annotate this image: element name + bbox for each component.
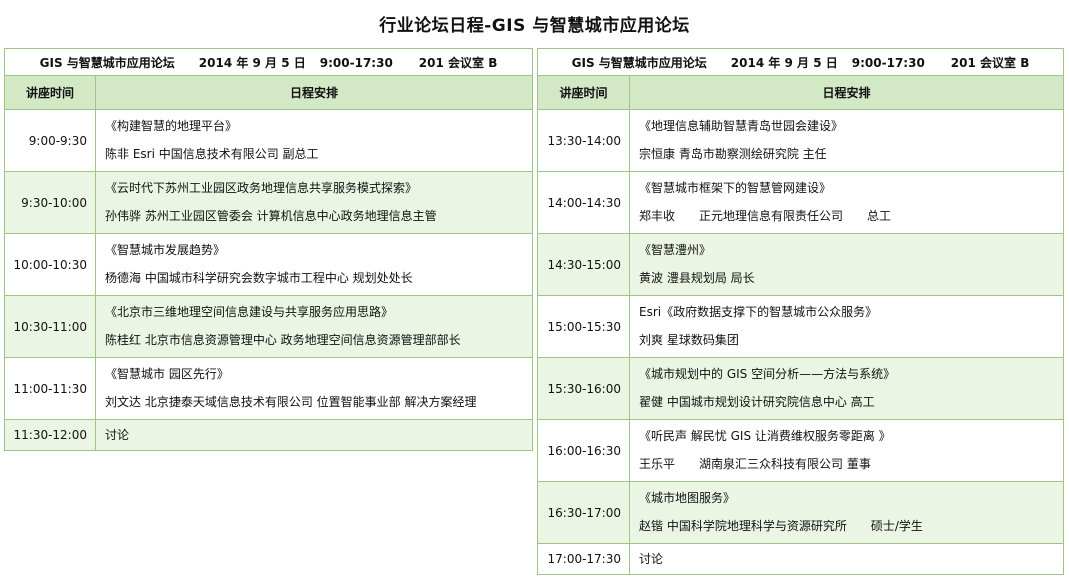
session-speaker: 翟健 中国城市规划设计研究院信息中心 高工 (639, 395, 875, 409)
session-row: 11:30-12:00 讨论 (4, 419, 533, 451)
session-time: 16:00-16:30 (537, 419, 630, 482)
session-speaker: 杨德海 中国城市科学研究会数字城市工程中心 规划处处长 (105, 271, 413, 285)
column-header-row: 讲座时间 日程安排 (537, 75, 1064, 110)
forum-info-row: GIS 与智慧城市应用论坛 2014 年 9 月 5 日 9:00-17:30 201… (537, 48, 1064, 76)
speaker-org: 湖南泉汇三众科技有限公司 董事 (699, 457, 871, 471)
forum-name: GIS 与智慧城市应用论坛 (39, 55, 175, 70)
session-title: 《北京市三维地理空间信息建设与共享服务应用思路》 (105, 305, 394, 319)
session-detail: 《智慧城市发展趋势》杨德海 中国城市科学研究会数字城市工程中心 规划处处长 (95, 233, 533, 296)
session-row: 14:30-15:00 《智慧澧州》黄波 澧县规划局 局长 (537, 233, 1064, 296)
session-speaker: 孙伟骅 苏州工业园区管委会 计算机信息中心政务地理信息主管 (105, 209, 437, 223)
session-detail: 讨论 (95, 419, 533, 451)
session-title: Esri《政府数据支撑下的智慧城市公众服务》 (639, 305, 878, 319)
session-detail: 《构建智慧的地理平台》陈非 Esri 中国信息技术有限公司 副总工 (95, 109, 533, 172)
forum-info-cell: GIS 与智慧城市应用论坛 2014 年 9 月 5 日 9:00-17:30 201… (4, 48, 533, 76)
session-time: 9:30-10:00 (4, 171, 96, 234)
session-detail: 《听民声 解民忧 GIS 让消费维权服务零距离 》王乐平 湖南泉汇三众科技有限公司… (629, 419, 1064, 482)
session-speaker: 刘文达 北京捷泰天域信息技术有限公司 位置智能事业部 解决方案经理 (105, 395, 477, 409)
column-header-time: 讲座时间 (4, 75, 96, 110)
session-row: 9:00-9:30 《构建智慧的地理平台》陈非 Esri 中国信息技术有限公司 … (4, 109, 533, 172)
afternoon-schedule-table: GIS 与智慧城市应用论坛 2014 年 9 月 5 日 9:00-17:30 201… (537, 48, 1064, 575)
speaker-name: 赵锴 中国科学院地理科学与资源研究所 (639, 519, 847, 533)
session-detail: 《北京市三维地理空间信息建设与共享服务应用思路》陈桂红 北京市信息资源管理中心 … (95, 295, 533, 358)
session-row: 16:00-16:30 《听民声 解民忧 GIS 让消费维权服务零距离 》王乐平… (537, 419, 1064, 482)
speaker-name: 王乐平 (639, 457, 676, 471)
session-time: 15:00-15:30 (537, 295, 630, 358)
session-row: 10:30-11:00 《北京市三维地理空间信息建设与共享服务应用思路》陈桂红 … (4, 295, 533, 358)
session-title: 《听民声 解民忧 GIS 让消费维权服务零距离 》 (639, 429, 891, 443)
session-title: 讨论 (639, 551, 664, 566)
session-detail: 《智慧城市 园区先行》刘文达 北京捷泰天域信息技术有限公司 位置智能事业部 解决… (95, 357, 533, 420)
session-row: 14:00-14:30 《智慧城市框架下的智慧管网建设》 郑丰收 正元地理信息有限责… (537, 171, 1064, 234)
session-time: 9:00-9:30 (4, 109, 96, 172)
speaker-name: 郑丰收 (639, 209, 676, 223)
session-speaker: 宗恒康 青岛市勘察测绘研究院 主任 (639, 147, 827, 161)
session-detail: 《智慧澧州》黄波 澧县规划局 局长 (629, 233, 1064, 296)
session-speaker: 陈非 Esri 中国信息技术有限公司 副总工 (105, 147, 319, 161)
session-title: 《智慧澧州》 (639, 243, 712, 257)
session-title: 《地理信息辅助智慧青岛世园会建设》 (639, 119, 844, 133)
session-row: 10:00-10:30 《智慧城市发展趋势》杨德海 中国城市科学研究会数字城市工… (4, 233, 533, 296)
session-row: 16:30-17:00 《城市地图服务》赵锴 中国科学院地理科学与资源研究所 硕士… (537, 481, 1064, 544)
forum-time: 9:00-17:30 (851, 55, 925, 70)
morning-schedule-table: GIS 与智慧城市应用论坛 2014 年 9 月 5 日 9:00-17:30 201… (4, 48, 533, 451)
speaker-role: 总工 (867, 209, 892, 223)
session-time: 15:30-16:00 (537, 357, 630, 420)
forum-info-row: GIS 与智慧城市应用论坛 2014 年 9 月 5 日 9:00-17:30 201… (4, 48, 533, 76)
session-time: 14:00-14:30 (537, 171, 630, 234)
page-title: 行业论坛日程-GIS 与智慧城市应用论坛 (379, 16, 690, 36)
session-time: 10:00-10:30 (4, 233, 96, 296)
session-detail: 讨论 (629, 543, 1064, 575)
forum-date: 2014 年 9 月 5 日 (198, 55, 306, 70)
session-row: 15:30-16:00 《城市规划中的 GIS 空间分析——方法与系统》 翟健 中… (537, 357, 1064, 420)
session-speaker: 陈桂红 北京市信息资源管理中心 政务地理空间信息资源管理部部长 (105, 333, 461, 347)
session-title: 讨论 (105, 427, 130, 442)
session-title: 《智慧城市框架下的智慧管网建设》 (639, 181, 832, 195)
session-speaker: 刘爽 星球数码集团 (639, 333, 739, 347)
speaker-org: 正元地理信息有限责任公司 (699, 209, 844, 223)
forum-time: 9:00-17:30 (319, 55, 393, 70)
session-detail: 《智慧城市框架下的智慧管网建设》 郑丰收 正元地理信息有限责任公司 总工 (629, 171, 1064, 234)
session-time: 17:00-17:30 (537, 543, 630, 575)
session-time: 11:00-11:30 (4, 357, 96, 420)
column-header-agenda: 日程安排 (95, 75, 533, 110)
session-time: 11:30-12:00 (4, 419, 96, 451)
forum-room: 201 会议室 B (950, 55, 1030, 70)
column-header-agenda: 日程安排 (629, 75, 1064, 110)
session-time: 14:30-15:00 (537, 233, 630, 296)
session-time: 10:30-11:00 (4, 295, 96, 358)
session-speaker: 郑丰收 正元地理信息有限责任公司 总工 (639, 209, 1063, 224)
session-detail: Esri《政府数据支撑下的智慧城市公众服务》 刘爽 星球数码集团 (629, 295, 1064, 358)
session-title: 《城市规划中的 GIS 空间分析——方法与系统》 (639, 367, 896, 381)
session-time: 13:30-14:00 (537, 109, 630, 172)
session-detail: 《云时代下苏州工业园区政务地理信息共享服务模式探索》孙伟骅 苏州工业园区管委会 … (95, 171, 533, 234)
session-title: 《构建智慧的地理平台》 (105, 119, 238, 133)
forum-date: 2014 年 9 月 5 日 (730, 55, 838, 70)
column-header-row: 讲座时间 日程安排 (4, 75, 533, 110)
session-time: 16:30-17:00 (537, 481, 630, 544)
session-detail: 《地理信息辅助智慧青岛世园会建设》 宗恒康 青岛市勘察测绘研究院 主任 (629, 109, 1064, 172)
forum-room: 201 会议室 B (418, 55, 498, 70)
session-title: 《智慧城市发展趋势》 (105, 243, 226, 257)
forum-info-cell: GIS 与智慧城市应用论坛 2014 年 9 月 5 日 9:00-17:30 201… (537, 48, 1064, 76)
session-speaker: 黄波 澧县规划局 局长 (639, 271, 755, 285)
session-speaker: 赵锴 中国科学院地理科学与资源研究所 硕士/学生 (639, 519, 1063, 534)
session-title: 《城市地图服务》 (639, 491, 736, 505)
session-row: 15:00-15:30 Esri《政府数据支撑下的智慧城市公众服务》 刘爽 星球数… (537, 295, 1064, 358)
session-speaker: 王乐平 湖南泉汇三众科技有限公司 董事 (639, 457, 1063, 472)
column-header-time: 讲座时间 (537, 75, 630, 110)
forum-name: GIS 与智慧城市应用论坛 (571, 55, 707, 70)
session-row: 9:30-10:00 《云时代下苏州工业园区政务地理信息共享服务模式探索》孙伟骅… (4, 171, 533, 234)
speaker-role: 硕士/学生 (870, 519, 923, 533)
session-row: 17:00-17:30 讨论 (537, 543, 1064, 575)
session-detail: 《城市地图服务》赵锴 中国科学院地理科学与资源研究所 硕士/学生 (629, 481, 1064, 544)
session-row: 13:30-14:00 《地理信息辅助智慧青岛世园会建设》 宗恒康 青岛市勘察测绘… (537, 109, 1064, 172)
session-title: 《智慧城市 园区先行》 (105, 367, 229, 381)
session-detail: 《城市规划中的 GIS 空间分析——方法与系统》 翟健 中国城市规划设计研究院信息… (629, 357, 1064, 420)
session-row: 11:00-11:30 《智慧城市 园区先行》刘文达 北京捷泰天域信息技术有限公… (4, 357, 533, 420)
session-title: 《云时代下苏州工业园区政务地理信息共享服务模式探索》 (105, 181, 418, 195)
